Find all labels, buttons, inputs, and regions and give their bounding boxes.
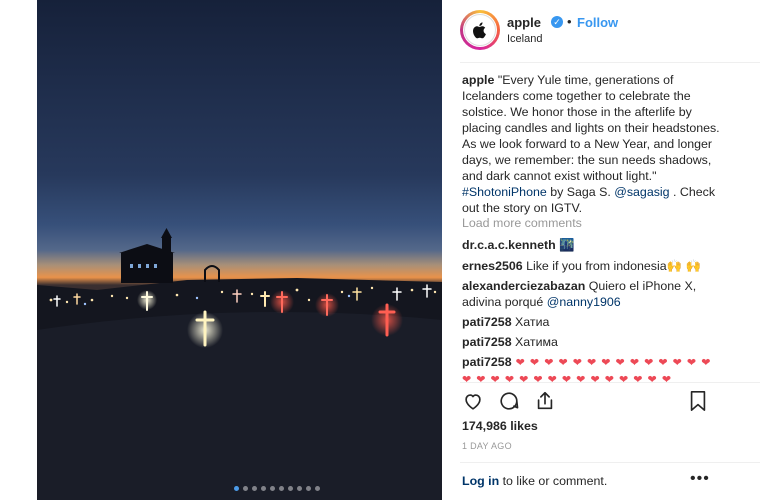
post-details-panel: apple ✓ • Follow Iceland apple "Every Yu… (442, 0, 780, 500)
follow-button[interactable]: Follow (577, 15, 618, 30)
mention-link[interactable]: @nanny1906 (547, 295, 621, 309)
carousel-dot (243, 486, 248, 491)
location-link[interactable]: Iceland (507, 33, 542, 45)
header-divider (460, 62, 760, 63)
load-more-comments-button[interactable]: Load more comments (462, 216, 582, 230)
comments-divider (460, 382, 760, 383)
verified-badge-icon: ✓ (551, 16, 563, 28)
login-text: to like or comment. (499, 474, 608, 488)
hashtag-link[interactable]: #ShotoniPhone (462, 185, 547, 199)
apple-logo-icon (473, 22, 486, 39)
comment-icon[interactable] (498, 390, 520, 412)
caption-username[interactable]: apple (462, 73, 494, 87)
comment-username[interactable]: pati7258 (462, 355, 512, 369)
post-photo[interactable] (37, 0, 442, 500)
comment-text: Хатима (511, 335, 558, 349)
username-link[interactable]: apple (507, 15, 541, 30)
save-button[interactable] (688, 390, 708, 417)
comment-item: pati7258 Хатиа (462, 314, 732, 330)
carousel-dot (279, 486, 284, 491)
carousel-dot (252, 486, 257, 491)
carousel-dot (315, 486, 320, 491)
post-caption: apple "Every Yule time, generations of I… (462, 72, 724, 216)
carousel-dot (306, 486, 311, 491)
caption-credit: by Saga S. (546, 185, 615, 199)
carousel-dots (234, 486, 320, 491)
comment-text: Хатиа (511, 315, 550, 329)
bullet-separator: • (567, 14, 572, 29)
mention-link[interactable]: @sagasig (614, 185, 669, 199)
comment-hearts: ❤ ❤ ❤ ❤ ❤ ❤ ❤ ❤ ❤ ❤ ❤ ❤ ❤ ❤ (511, 357, 712, 369)
login-prompt: Log in to like or comment. (462, 474, 607, 488)
heart-icon[interactable] (462, 390, 484, 412)
footer-divider (460, 462, 760, 463)
comment-username[interactable]: alexanderciezabazan (462, 279, 585, 293)
action-bar (462, 390, 556, 412)
comment-text: Like if you from indonesia🙌 🙌 (522, 259, 701, 273)
more-options-button[interactable]: ••• (690, 470, 710, 488)
carousel-dot (234, 486, 239, 491)
carousel-dot (270, 486, 275, 491)
carousel-dot (288, 486, 293, 491)
cemetery-photo (37, 0, 442, 500)
comment-username[interactable]: dr.c.a.c.kenneth (462, 238, 556, 252)
avatar[interactable] (460, 10, 500, 50)
comment-text: 🌃 (555, 238, 575, 252)
carousel-dot (297, 486, 302, 491)
login-link[interactable]: Log in (462, 474, 499, 488)
share-icon[interactable] (534, 390, 556, 412)
comment-username[interactable]: ernes2506 (462, 259, 523, 273)
caption-text: "Every Yule time, generations of Iceland… (462, 73, 720, 183)
post-date[interactable]: 1 DAY AGO (462, 441, 512, 451)
likes-count[interactable]: 174,986 likes (462, 419, 538, 433)
comment-hearts: ❤ ❤ ❤ ❤ ❤ ❤ ❤ ❤ ❤ ❤ ❤ ❤ ❤ ❤ ❤ (462, 374, 673, 386)
comment-username[interactable]: pati7258 (462, 335, 512, 349)
comment-item: dr.c.a.c.kenneth 🌃 (462, 237, 732, 253)
comment-item: ernes2506 Like if you from indonesia🙌 🙌 (462, 258, 732, 274)
avatar-image (464, 14, 496, 46)
comment-username[interactable]: pati7258 (462, 315, 512, 329)
comment-item: pati7258 Хатима (462, 334, 732, 350)
bookmark-icon (690, 391, 706, 411)
comment-item: alexanderciezabazan Quiero el iPhone X, … (462, 278, 732, 310)
avatar-frame (463, 13, 497, 47)
carousel-dot (261, 486, 266, 491)
